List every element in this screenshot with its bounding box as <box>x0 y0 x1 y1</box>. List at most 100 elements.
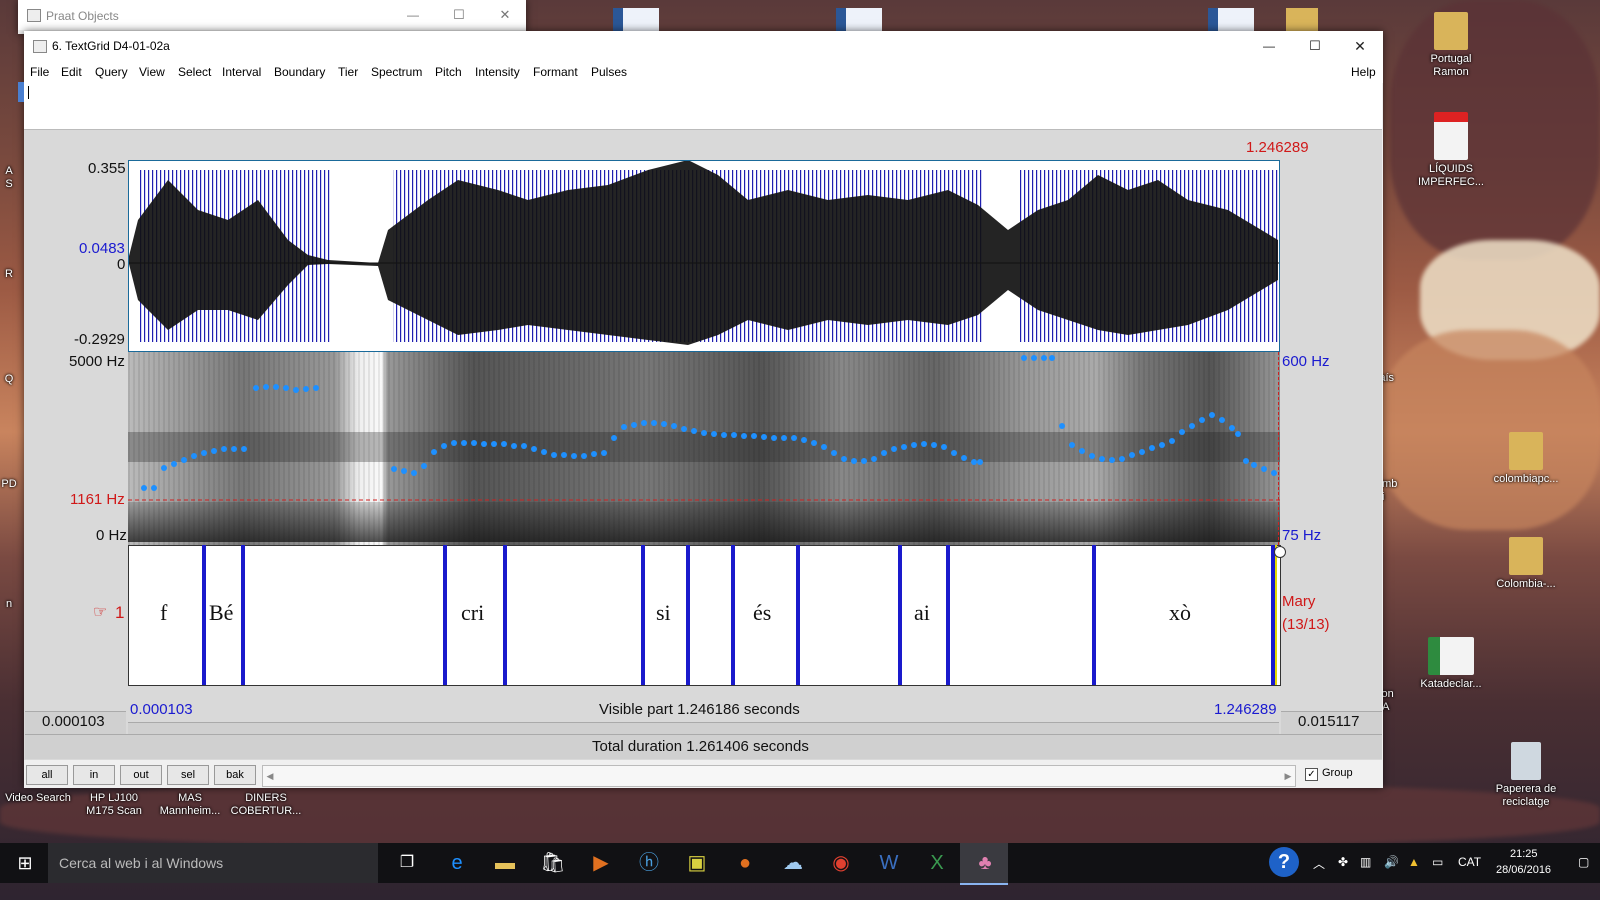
desktop-icon-hp-scan[interactable]: HP LJ100 M175 Scan <box>76 792 152 818</box>
hp-icon[interactable]: ⓗ <box>632 846 666 880</box>
middle-time-bar[interactable] <box>128 722 1279 734</box>
firefox-icon[interactable]: ● <box>728 846 762 880</box>
task-view-icon[interactable]: ❐ <box>390 846 424 880</box>
interval-label[interactable]: Bé <box>209 600 233 626</box>
menu-spectrum[interactable]: Spectrum <box>371 65 422 79</box>
file-explorer-icon[interactable]: ▬ <box>488 846 522 880</box>
interval-boundary[interactable] <box>686 545 690 685</box>
interval-label[interactable]: si <box>656 600 671 626</box>
menu-tier[interactable]: Tier <box>338 65 358 79</box>
praat-icon[interactable]: ♣ <box>968 846 1002 880</box>
group-checkbox[interactable]: ✓ <box>1305 768 1318 781</box>
menu-interval[interactable]: Interval <box>222 65 261 79</box>
interval-label[interactable]: ai <box>914 600 930 626</box>
menu-select[interactable]: Select <box>178 65 211 79</box>
search-box[interactable]: Cerca al web i al Windows <box>48 843 378 883</box>
word-icon[interactable]: W <box>872 846 906 880</box>
praat-objects-window[interactable]: Praat Objects — ☐ ✕ <box>18 0 526 34</box>
dropbox-icon[interactable]: ✤ <box>1338 855 1348 869</box>
scroll-left-arrow-icon[interactable]: ◀ <box>263 766 277 786</box>
desktop-icon-katadeclar[interactable]: Katadeclar... <box>1413 637 1489 691</box>
edge-browser-icon[interactable]: e <box>440 846 474 880</box>
interval-boundary[interactable] <box>898 545 902 685</box>
maximize-button[interactable]: ☐ <box>436 0 482 30</box>
interval-label[interactable]: cri <box>461 600 484 626</box>
desktop-icon-liquids[interactable]: LÍQUIDS IMPERFEC... <box>1413 112 1489 189</box>
interval-boundary[interactable] <box>946 545 950 685</box>
menu-view[interactable]: View <box>139 65 165 79</box>
scroll-right-arrow-icon[interactable]: ▶ <box>1281 766 1295 786</box>
help-icon[interactable]: ? <box>1269 847 1299 877</box>
start-button[interactable]: ⊞ <box>8 846 42 880</box>
menu-query[interactable]: Query <box>95 65 128 79</box>
desktop-icon-colombia[interactable]: Colombia-... <box>1488 537 1564 591</box>
menu-formant[interactable]: Formant <box>533 65 578 79</box>
language-indicator[interactable]: CAT <box>1458 855 1481 869</box>
tier-pointer-icon[interactable]: ☞ <box>93 602 107 622</box>
tier-number[interactable]: 1 <box>115 603 124 623</box>
menu-pulses[interactable]: Pulses <box>591 65 627 79</box>
textgrid-tier-panel[interactable] <box>128 545 1281 686</box>
visible-part-label[interactable]: Visible part 1.246186 seconds <box>599 701 800 718</box>
onedrive-icon[interactable]: ☁ <box>776 846 810 880</box>
clock-date[interactable]: 28/06/2016 <box>1496 864 1551 876</box>
menu-help[interactable]: Help <box>1351 65 1376 79</box>
zoom-in-button[interactable]: in <box>73 765 115 785</box>
notifications-icon[interactable]: ▢ <box>1578 855 1589 869</box>
interval-text-field[interactable] <box>24 82 1382 130</box>
interval-label[interactable]: xò <box>1169 600 1191 626</box>
menu-intensity[interactable]: Intensity <box>475 65 520 79</box>
desktop-icon-colombiapc[interactable]: colombiapc... <box>1488 432 1564 486</box>
interval-boundary[interactable] <box>796 545 800 685</box>
interval-boundary[interactable] <box>731 545 735 685</box>
interval-label[interactable]: és <box>753 600 771 626</box>
store-icon[interactable]: 🛍 <box>536 846 570 880</box>
battery-icon[interactable]: ▭ <box>1432 855 1443 869</box>
spectrogram-panel[interactable] <box>128 352 1280 545</box>
excel-icon[interactable]: X <box>920 846 954 880</box>
word-doc-icon[interactable] <box>1208 8 1254 32</box>
interval-boundary[interactable] <box>1092 545 1096 685</box>
drive-icon[interactable]: ▲ <box>1408 855 1420 869</box>
word-doc-icon[interactable] <box>613 8 659 32</box>
desktop-icon-video-search[interactable]: Video Search <box>0 792 76 805</box>
zoom-all-button[interactable]: all <box>26 765 68 785</box>
word-doc-icon[interactable] <box>836 8 882 32</box>
interval-boundary[interactable] <box>202 545 206 685</box>
desktop-icon-diners[interactable]: DINERS COBERTUR... <box>228 792 304 818</box>
folder-icon[interactable] <box>1286 8 1318 32</box>
desktop-icon-portugal[interactable]: Portugal Ramon <box>1413 12 1489 79</box>
close-button[interactable]: ✕ <box>1337 31 1383 61</box>
chrome-icon[interactable]: ◉ <box>824 846 858 880</box>
titlebar[interactable]: Praat Objects — ☐ ✕ <box>18 0 526 30</box>
interval-boundary[interactable] <box>443 545 447 685</box>
close-button[interactable]: ✕ <box>482 0 528 30</box>
desktop-icon-recycle-bin[interactable]: Paperera de reciclatge <box>1488 742 1564 809</box>
interval-boundary[interactable] <box>241 545 245 685</box>
menu-edit[interactable]: Edit <box>61 65 82 79</box>
interval-boundary[interactable] <box>641 545 645 685</box>
titlebar[interactable]: 6. TextGrid D4-01-02a — ☐ ✕ <box>24 31 1383 61</box>
boundary-handle[interactable] <box>1274 546 1286 558</box>
volume-icon[interactable]: 🔊 <box>1384 855 1399 869</box>
menu-boundary[interactable]: Boundary <box>274 65 325 79</box>
desktop-icon-mas[interactable]: MAS Mannheim... <box>152 792 228 818</box>
minimize-button[interactable]: — <box>1246 31 1292 61</box>
menu-pitch[interactable]: Pitch <box>435 65 462 79</box>
tray-chevron-icon[interactable]: ︿ <box>1313 855 1325 872</box>
interval-boundary[interactable] <box>503 545 507 685</box>
zoom-selection-button[interactable]: sel <box>167 765 209 785</box>
minimize-button[interactable]: — <box>390 0 436 30</box>
maximize-button[interactable]: ☐ <box>1292 31 1338 61</box>
zoom-back-button[interactable]: bak <box>214 765 256 785</box>
clock-time[interactable]: 21:25 <box>1510 848 1538 860</box>
interval-label[interactable]: f <box>160 600 167 626</box>
menu-file[interactable]: File <box>30 65 49 79</box>
horizontal-scrollbar[interactable]: ◀ ▶ <box>262 765 1296 787</box>
network-icon[interactable]: ▥ <box>1360 855 1371 869</box>
praat-app-icon <box>33 40 47 53</box>
media-player-icon[interactable]: ▶ <box>584 846 618 880</box>
zoom-out-button[interactable]: out <box>120 765 162 785</box>
scanner-app-icon[interactable]: ▣ <box>680 846 714 880</box>
recycle-bin-icon <box>1511 742 1541 780</box>
